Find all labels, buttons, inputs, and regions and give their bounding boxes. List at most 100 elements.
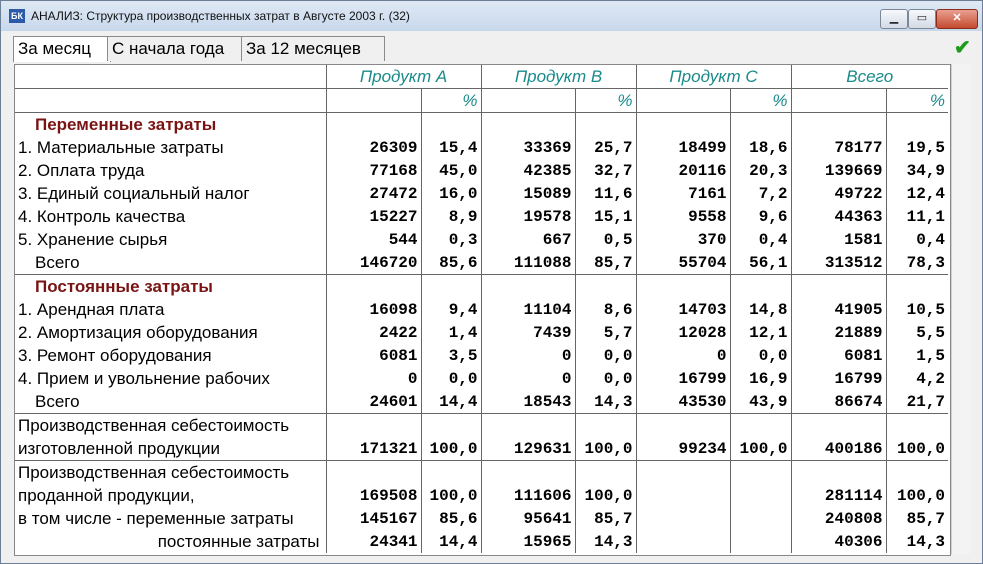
title-bar[interactable]: БК АНАЛИЗ: Структура производственных за… (1, 1, 982, 31)
percent-cell: 8,9 (420, 205, 481, 228)
tab-12-months[interactable]: За 12 месяцев (241, 36, 385, 61)
percent-cell (729, 530, 791, 553)
percent-cell: 85,7 (885, 507, 948, 530)
amount-cell: 15089 (480, 182, 575, 205)
amount-cell: 6081 (790, 344, 886, 367)
sold-label-1: Производственная себестоимость (15, 460, 326, 484)
percent-cell: 100,0 (574, 437, 636, 461)
percent-cell: 8,6 (574, 298, 636, 321)
percent-cell: 1,4 (420, 321, 481, 344)
table-row: изготовленной продукции 171321 100,0 129631… (15, 437, 948, 461)
amount-cell: 42385 (480, 159, 575, 182)
percent-cell: 56,1 (729, 251, 791, 275)
percent-cell: 85,7 (574, 507, 636, 530)
percent-cell: 78,3 (885, 251, 948, 275)
row-label: 2. Оплата труда (18, 160, 145, 180)
product-b-header: Продукт B (480, 65, 636, 89)
amount-cell: 55704 (635, 251, 730, 275)
amount-cell: 18543 (480, 390, 575, 414)
amount-cell: 44363 (790, 205, 886, 228)
row-label: 4. Контроль качества (18, 206, 186, 226)
amount-cell: 49722 (790, 182, 886, 205)
amount-cell: 370 (635, 228, 730, 251)
amount-cell: 281114 (790, 484, 886, 507)
table-row: постоянные затраты 24341 14,4 15965 14,3 4030… (15, 530, 948, 553)
total-header: Всего (790, 65, 948, 89)
table-row: Всего 24601 14,4 18543 14,3 43530 43,9 86674 21,… (15, 390, 948, 414)
close-button[interactable]: ✕ (936, 9, 978, 29)
vertical-scrollbar[interactable] (951, 64, 970, 554)
percent-header: % (885, 88, 948, 113)
amount-cell: 169508 (325, 484, 421, 507)
percent-cell: 9,4 (420, 298, 481, 321)
amount-cell: 111606 (480, 484, 575, 507)
amount-cell: 667 (480, 228, 575, 251)
percent-cell: 100,0 (885, 484, 948, 507)
table-row: в том числе - переменные затраты 145167 85… (15, 507, 948, 530)
amount-cell: 7439 (480, 321, 575, 344)
percent-cell: 21,7 (885, 390, 948, 414)
percent-cell: 100,0 (885, 437, 948, 461)
amount-cell: 15965 (480, 530, 575, 553)
amount-cell: 99234 (635, 437, 730, 461)
percent-cell: 5,7 (574, 321, 636, 344)
variable-costs-title: Переменные затраты (15, 112, 326, 136)
checkmark-icon[interactable]: ✔ (954, 35, 971, 60)
table-row: 5. Хранение сырья 544 0,3 667 0,5 370 0,4 1581 0… (15, 228, 948, 251)
percent-cell: 0,3 (420, 228, 481, 251)
manufactured-label-1: Производственная себестоимость (15, 413, 326, 437)
percent-cell: 0,0 (420, 367, 481, 390)
percent-cell: 15,4 (420, 136, 481, 159)
percent-cell: 100,0 (420, 484, 481, 507)
percent-cell: 11,6 (574, 182, 636, 205)
amount-cell: 0 (480, 344, 575, 367)
manufactured-label-2: изготовленной продукции (18, 438, 221, 458)
window-title: АНАЛИЗ: Структура производственных затра… (31, 9, 410, 23)
amount-cell: 1581 (790, 228, 886, 251)
row-label: 3. Ремонт оборудования (18, 345, 212, 365)
tab-month[interactable]: За месяц (13, 36, 111, 62)
percent-cell: 85,7 (574, 251, 636, 275)
percent-cell: 20,3 (729, 159, 791, 182)
amount-cell: 139669 (790, 159, 886, 182)
percent-cell: 16,0 (420, 182, 481, 205)
percent-cell: 100,0 (574, 484, 636, 507)
amount-cell: 11104 (480, 298, 575, 321)
amount-cell: 21889 (790, 321, 886, 344)
row-label: Всего (35, 252, 80, 272)
row-label: 1. Материальные затраты (18, 137, 224, 157)
percent-cell: 0,0 (729, 344, 791, 367)
table-row: 4. Прием и увольнение рабочих 0 0,0 0 0,0 167… (15, 367, 948, 390)
amount-cell: 16799 (635, 367, 730, 390)
maximize-button[interactable]: ▭ (908, 9, 936, 29)
amount-cell (635, 484, 730, 507)
amount-cell: 20116 (635, 159, 730, 182)
percent-cell: 34,9 (885, 159, 948, 182)
amount-cell: 40306 (790, 530, 886, 553)
header-blank (15, 65, 326, 89)
fixed-costs-title: Постоянные затраты (15, 274, 326, 298)
percent-cell: 0,0 (574, 344, 636, 367)
product-c-header: Продукт C (635, 65, 791, 89)
percent-cell: 32,7 (574, 159, 636, 182)
amount-cell: 6081 (325, 344, 421, 367)
amount-cell: 43530 (635, 390, 730, 414)
table-row: 2. Оплата труда 77168 45,0 42385 32,7 20116 20… (15, 159, 948, 182)
amount-cell: 400186 (790, 437, 886, 461)
amount-cell: 12028 (635, 321, 730, 344)
table-row: проданной продукции, 169508 100,0 111606 100… (15, 484, 948, 507)
amount-cell: 24341 (325, 530, 421, 553)
row-label: проданной продукции, (18, 485, 195, 505)
percent-cell: 7,2 (729, 182, 791, 205)
minimize-button[interactable]: ▁ (880, 9, 908, 29)
table-row: Всего 146720 85,6 111088 85,7 55704 56,1 313512… (15, 251, 948, 275)
percent-cell: 85,6 (420, 507, 481, 530)
percent-cell: 11,1 (885, 205, 948, 228)
table-row: 1. Арендная плата 16098 9,4 11104 8,6 14703 14… (15, 298, 948, 321)
amount-cell: 111088 (480, 251, 575, 275)
tab-year-to-date[interactable]: С начала года (107, 36, 245, 61)
percent-cell: 14,8 (729, 298, 791, 321)
percent-cell: 0,5 (574, 228, 636, 251)
amount-cell: 0 (325, 367, 421, 390)
percent-header: % (420, 88, 481, 113)
